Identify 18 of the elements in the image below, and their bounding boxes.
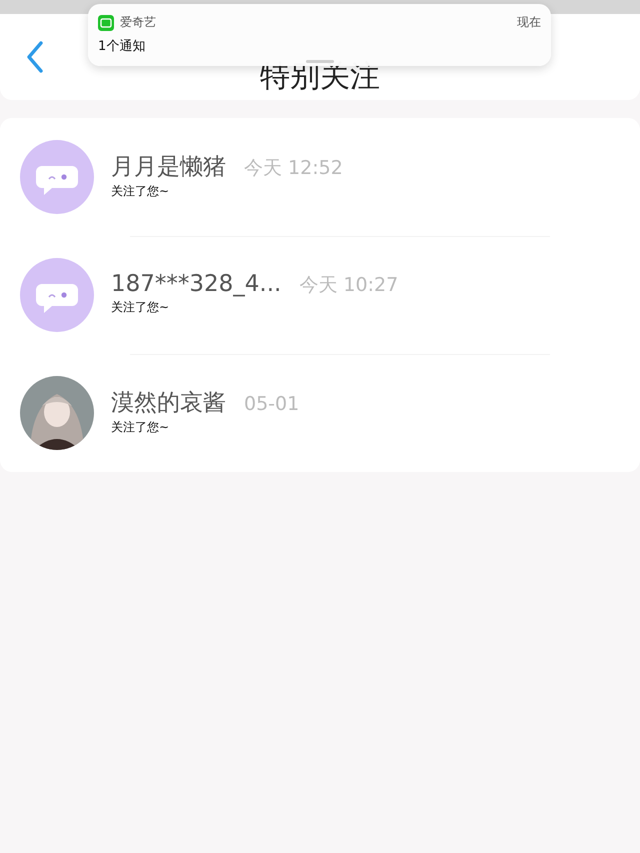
app-name: 爱奇艺 [120, 14, 156, 31]
avatar-icon[interactable] [20, 140, 94, 214]
notification-time: 现在 [517, 14, 541, 31]
avatar-icon[interactable] [20, 258, 94, 332]
notification-message: 1个通知 [98, 38, 146, 55]
follow-time: 05-01 [244, 392, 300, 414]
follow-message: 关注了您~ [111, 298, 170, 316]
back-icon[interactable] [25, 40, 45, 74]
user-name: 漠然的哀酱 [111, 388, 226, 418]
notification-banner[interactable]: 爱奇艺 现在 1个通知 [88, 4, 551, 66]
grabber-handle[interactable] [306, 60, 334, 63]
follow-time: 今天 10:27 [299, 272, 398, 298]
follow-message: 关注了您~ [111, 418, 170, 436]
app-icon [98, 14, 114, 30]
follow-message: 关注了您~ [111, 182, 170, 200]
user-name: 187***328_4... [111, 270, 282, 296]
follow-time: 今天 12:52 [244, 156, 343, 180]
user-name: 月月是懒猪 [111, 152, 226, 182]
